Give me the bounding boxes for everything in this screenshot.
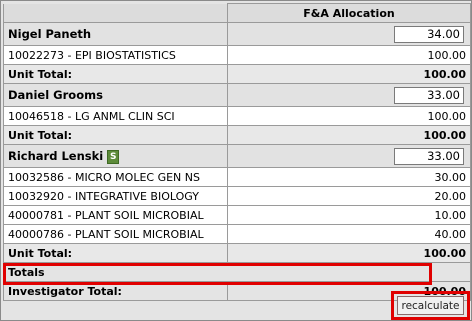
- investigator-percent-cell: 33.00: [227, 83, 471, 107]
- percent-input[interactable]: 33.00: [394, 86, 464, 104]
- unit-total-value: 100.00: [227, 64, 471, 84]
- account-row: 10032586 - MICRO MOLEC GEN NS 30.00: [3, 167, 471, 187]
- account-value: 40.00: [227, 224, 471, 244]
- account-value: 10.00: [227, 205, 471, 225]
- investigator-row: Daniel Grooms 33.00: [3, 83, 471, 107]
- percent-input[interactable]: 34.00: [394, 25, 464, 43]
- header-blank-cell: [3, 3, 228, 23]
- allocation-panel: F&A Allocation Nigel Paneth 34.00 100222…: [0, 0, 472, 321]
- investigator-total-label: Investigator Total:: [3, 281, 228, 301]
- investigator-name-cell: Richard Lenski S: [3, 144, 228, 168]
- investigator-name: Nigel Paneth: [3, 22, 228, 46]
- investigator-row: Richard Lenski S 33.00: [3, 144, 471, 168]
- account-row: 10046518 - LG ANML CLIN SCI 100.00: [3, 106, 471, 126]
- fa-allocation-table: F&A Allocation Nigel Paneth 34.00 100222…: [3, 3, 471, 301]
- percent-input[interactable]: 33.00: [394, 147, 464, 165]
- account-label: 10046518 - LG ANML CLIN SCI: [3, 106, 228, 126]
- unit-total-label: Unit Total:: [3, 125, 228, 145]
- account-value: 30.00: [227, 167, 471, 187]
- unit-total-label: Unit Total:: [3, 64, 228, 84]
- account-label: 10032586 - MICRO MOLEC GEN NS: [3, 167, 228, 187]
- account-label: 10022273 - EPI BIOSTATISTICS: [3, 45, 228, 65]
- unit-total-value: 100.00: [227, 243, 471, 263]
- investigator-name: Richard Lenski: [8, 148, 104, 163]
- unit-total-value: 100.00: [227, 125, 471, 145]
- totals-label: Totals: [3, 262, 471, 282]
- investigator-percent-cell: 34.00: [227, 22, 471, 46]
- recalculate-button[interactable]: recalculate: [397, 296, 464, 315]
- account-label: 40000786 - PLANT SOIL MICROBIAL: [3, 224, 228, 244]
- totals-row: Totals: [3, 262, 471, 282]
- unit-total-row: Unit Total: 100.00: [3, 125, 471, 145]
- account-row: 40000781 - PLANT SOIL MICROBIAL 10.00: [3, 205, 471, 225]
- investigator-row: Nigel Paneth 34.00: [3, 22, 471, 46]
- account-value: 20.00: [227, 186, 471, 206]
- s-badge-icon[interactable]: S: [107, 149, 120, 164]
- account-label: 40000781 - PLANT SOIL MICROBIAL: [3, 205, 228, 225]
- column-header-fa-allocation: F&A Allocation: [227, 3, 471, 23]
- account-value: 100.00: [227, 45, 471, 65]
- account-label: 10032920 - INTEGRATIVE BIOLOGY: [3, 186, 228, 206]
- account-value: 100.00: [227, 106, 471, 126]
- account-row: 10032920 - INTEGRATIVE BIOLOGY 20.00: [3, 186, 471, 206]
- account-row: 10022273 - EPI BIOSTATISTICS 100.00: [3, 45, 471, 65]
- investigator-name: Daniel Grooms: [3, 83, 228, 107]
- unit-total-row: Unit Total: 100.00: [3, 243, 471, 263]
- unit-total-label: Unit Total:: [3, 243, 228, 263]
- unit-total-row: Unit Total: 100.00: [3, 64, 471, 84]
- investigator-percent-cell: 33.00: [227, 144, 471, 168]
- account-row: 40000786 - PLANT SOIL MICROBIAL 40.00: [3, 224, 471, 244]
